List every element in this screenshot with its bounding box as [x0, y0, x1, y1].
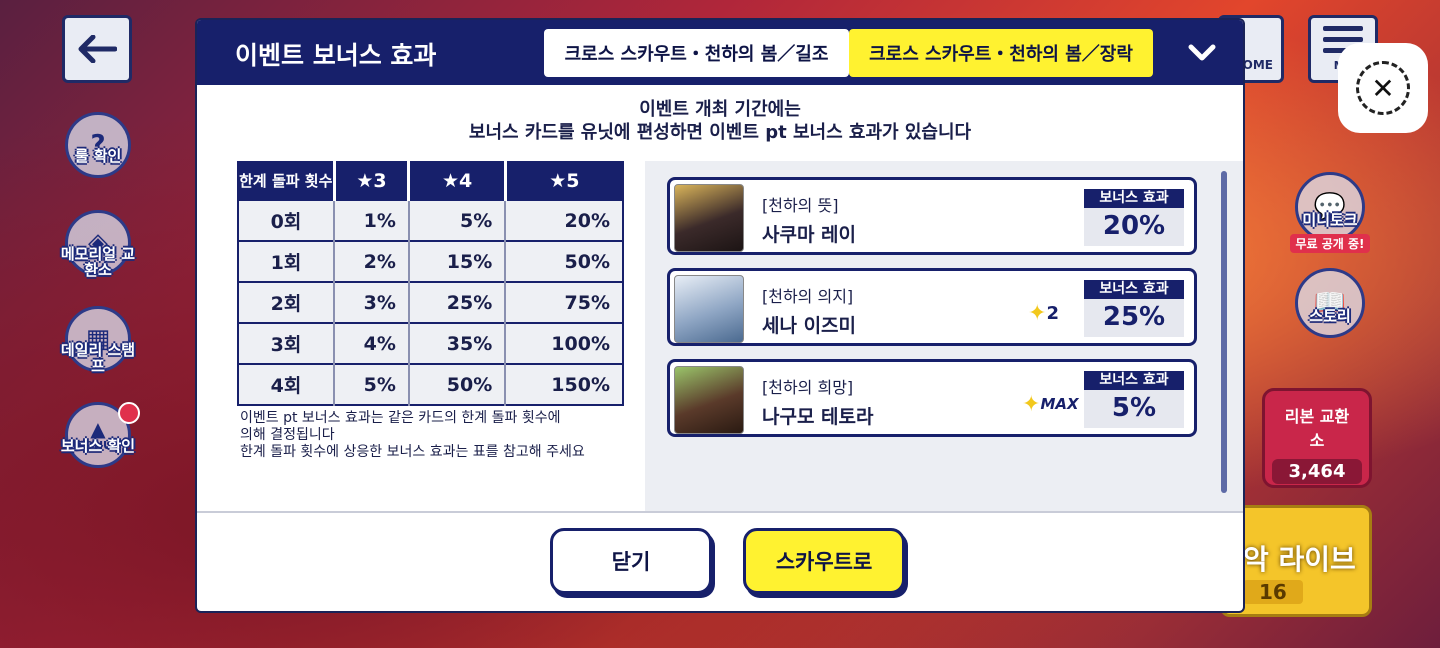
table-cell: 15%: [408, 240, 507, 282]
footer-divider: [197, 511, 1243, 513]
menu-line: [1323, 37, 1363, 42]
table-cell: 2회: [238, 281, 335, 323]
table-cell: 4%: [334, 322, 410, 364]
tab-gilzo[interactable]: 크로스 스카우트・천하의 봄／길조: [544, 29, 849, 77]
warning-icon: ▲: [90, 416, 106, 441]
table-cell: 3%: [334, 281, 410, 323]
x-logo-icon: ✕: [1356, 61, 1410, 115]
intro-text: 이벤트 개최 기간에는 보너스 카드를 유닛에 편성하면 이벤트 pt 보너스 …: [468, 99, 972, 143]
table-row: 4회 5% 50% 150%: [238, 363, 623, 405]
limit-break-badge: ✦ MAX: [1022, 391, 1079, 417]
table-cell: 1%: [334, 199, 410, 241]
chevron-down-icon[interactable]: [1187, 38, 1217, 68]
arrow-left-icon: [78, 35, 117, 63]
table-header-star4: ★4: [408, 162, 507, 200]
mini-talk-button[interactable]: 💬 미니토크 무료 공개 중!: [1290, 172, 1370, 253]
table-cell: 4회: [238, 363, 335, 405]
card-portrait: [674, 275, 744, 343]
table-cell: 5%: [334, 363, 410, 405]
sparkle-icon: ✦: [1028, 300, 1047, 326]
chat-bubble-icon: 💬: [1295, 172, 1365, 242]
table-cell: 2%: [334, 240, 410, 282]
card-name: 세나 이즈미: [762, 315, 857, 337]
table-row: 2회 3% 25% 75%: [238, 281, 623, 323]
card-name: 나구모 테토라: [762, 406, 874, 428]
table-header-row: 한계 돌파 횟수 ★3 ★4 ★5: [238, 162, 623, 200]
bonus-card-list[interactable]: [천하의 뜻] 사쿠마 레이 보너스 효과 20% [천하의 의지] 세나 이즈…: [645, 161, 1243, 511]
table-header-limit: 한계 돌파 횟수: [238, 162, 336, 200]
book-icon: 📖: [1295, 268, 1365, 338]
table-cell: 35%: [408, 322, 507, 364]
table-row: 0회 1% 5% 20%: [238, 199, 623, 241]
scrollbar[interactable]: [1221, 171, 1227, 493]
go-to-scout-button[interactable]: 스카우트로: [743, 528, 905, 594]
side-menu-memorial[interactable]: ◈ 메모리얼 교환소: [56, 210, 140, 294]
back-button[interactable]: [62, 15, 132, 83]
side-menu-stamp[interactable]: ▦ 데일리 스탬프: [56, 306, 140, 390]
card-name: 사쿠마 레이: [762, 224, 857, 246]
modal-header: 이벤트 보너스 효과 크로스 스카우트・천하의 봄／길조 크로스 스카우트・천하…: [197, 20, 1243, 85]
table-note: 이벤트 pt 보너스 효과는 같은 카드의 한계 돌파 횟수에 의해 결정됩니다…: [240, 410, 585, 460]
tab-jangrak[interactable]: 크로스 스카우트・천하의 봄／장락: [849, 29, 1153, 77]
card-unit: [천하의 뜻]: [762, 196, 839, 215]
event-bonus-modal: 이벤트 보너스 효과 크로스 스카우트・천하의 봄／길조 크로스 스카우트・천하…: [197, 20, 1243, 611]
modal-title: 이벤트 보너스 효과: [235, 41, 437, 70]
table-cell: 1회: [238, 240, 335, 282]
table-row: 1회 2% 15% 50%: [238, 240, 623, 282]
table-cell: 25%: [408, 281, 507, 323]
table-cell: 75%: [505, 281, 623, 323]
table-cell: 50%: [408, 363, 507, 405]
bonus-rate-table: 한계 돌파 횟수 ★3 ★4 ★5 0회 1% 5% 20% 1회 2% 15%…: [237, 161, 624, 406]
side-menu-bonus[interactable]: ▲ BONUS 보너스 확인: [56, 402, 140, 486]
table-row: 3회 4% 35% 100%: [238, 322, 623, 364]
card-unit: [천하의 희망]: [762, 378, 854, 397]
bonus-card-row[interactable]: [천하의 희망] 나구모 테토라 ✦ MAX 보너스 효과 5%: [667, 359, 1197, 437]
sparkle-icon: ✦: [1022, 391, 1041, 417]
ribbon-count: 3,464: [1272, 459, 1362, 484]
story-button[interactable]: 📖 스토리: [1290, 268, 1370, 338]
bonus-value-box: 보너스 효과 20%: [1084, 189, 1184, 246]
close-button[interactable]: 닫기: [550, 528, 712, 594]
side-menu-rules[interactable]: ? 룰 확인: [56, 112, 140, 196]
table-cell: 20%: [505, 199, 623, 241]
card-portrait: [674, 184, 744, 252]
table-cell: 50%: [505, 240, 623, 282]
bonus-card-row[interactable]: [천하의 뜻] 사쿠마 레이 보너스 효과 20%: [667, 177, 1197, 255]
table-cell: 0회: [238, 199, 335, 241]
table-cell: 100%: [505, 322, 623, 364]
limit-break-badge: ✦ 2: [1028, 300, 1059, 326]
free-badge: 무료 공개 중!: [1290, 234, 1370, 253]
table-cell: 3회: [238, 322, 335, 364]
bonus-card-row[interactable]: [천하의 의지] 세나 이즈미 ✦ 2 보너스 효과 25%: [667, 268, 1197, 346]
table-header-star3: ★3: [334, 162, 411, 200]
card-portrait: [674, 366, 744, 434]
ribbon-exchange-button[interactable]: 리본 교환소 3,464: [1262, 388, 1372, 488]
card-unit: [천하의 의지]: [762, 287, 854, 306]
bonus-value-box: 보너스 효과 5%: [1084, 371, 1184, 428]
table-cell: 5%: [408, 199, 507, 241]
table-cell: 150%: [505, 363, 623, 405]
table-header-star5: ★5: [505, 162, 623, 200]
scrollbar-thumb[interactable]: [1221, 171, 1227, 493]
bonus-value-box: 보너스 효과 25%: [1084, 280, 1184, 337]
question-icon: ?: [65, 112, 131, 178]
notification-dot: [118, 402, 140, 424]
menu-line: [1323, 26, 1363, 31]
x-share-button[interactable]: ✕: [1338, 43, 1428, 133]
